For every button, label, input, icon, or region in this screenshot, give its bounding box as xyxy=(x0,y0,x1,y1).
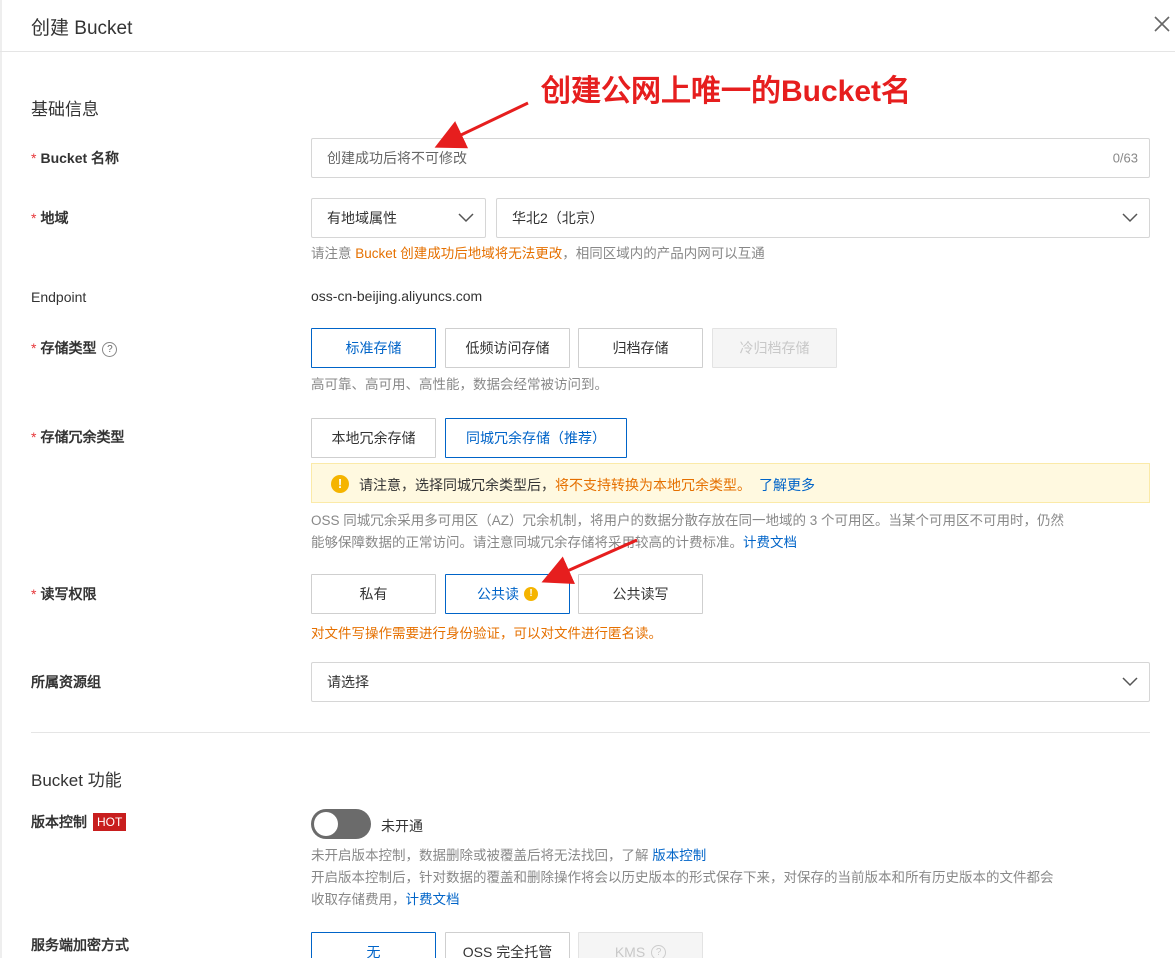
redundancy-label-text: 存储冗余类型 xyxy=(40,429,125,445)
region-help-prefix: 请注意 xyxy=(311,246,356,261)
dialog-title: 创建 Bucket xyxy=(31,18,133,39)
versioning-label: 版本控制 HOT xyxy=(31,812,127,832)
bucket-name-input[interactable]: 创建成功后将不可修改 0/63 xyxy=(311,138,1150,178)
region-label: * 地域 xyxy=(31,208,68,228)
region-help-warning: Bucket 创建成功后地域将无法更改 xyxy=(355,246,563,261)
notice-warning: 将不支持转换为本地冗余类型。 xyxy=(555,477,751,493)
section-basic-title: 基础信息 xyxy=(31,100,99,119)
required-mark: * xyxy=(31,340,37,356)
help-icon[interactable]: ? xyxy=(102,342,118,357)
region-help: 请注意 Bucket 创建成功后地域将无法更改，相同区域内的产品内网可以互通 xyxy=(311,243,765,265)
region-attr-value: 有地域属性 xyxy=(327,210,397,226)
required-mark: * xyxy=(31,586,37,602)
region-attr-select[interactable]: 有地域属性 xyxy=(311,198,486,238)
annotation-text: 创建公网上唯一的Bucket名 xyxy=(541,75,912,108)
endpoint-label: Endpoint xyxy=(31,289,87,305)
region-label-text: 地域 xyxy=(40,210,69,226)
redundancy-help-line2: 能够保障数据的正常访问。请注意同城冗余存储将采用较高的计费标准。 xyxy=(311,535,743,550)
kms-label: KMS xyxy=(614,944,646,958)
storage-class-label: * 存储类型? xyxy=(31,338,118,358)
bucket-name-placeholder: 创建成功后将不可修改 xyxy=(327,150,467,166)
warning-icon: ! xyxy=(524,587,538,601)
char-counter: 0/63 xyxy=(1112,150,1138,166)
encryption-kms-button: KMS? xyxy=(578,932,703,958)
storage-archive-button[interactable]: 归档存储 xyxy=(578,328,703,368)
redundancy-help-line1: OSS 同城冗余采用多可用区（AZ）冗余机制，将用户的数据分散存放在同一地域的 … xyxy=(311,513,1065,528)
chevron-down-icon xyxy=(1122,677,1138,687)
acl-public-read-label: 公共读 xyxy=(477,586,519,602)
versioning-help-line1: 未开启版本控制，数据删除或被覆盖后将无法找回，了解 xyxy=(311,848,653,863)
redundancy-notice-text: 请注意，选择同城冗余类型后，将不支持转换为本地冗余类型。 了解更多 xyxy=(359,475,815,495)
billing-doc-link[interactable]: 计费文档 xyxy=(406,892,460,907)
encryption-label: 服务端加密方式 xyxy=(31,937,129,953)
section-features-title: Bucket 功能 xyxy=(31,771,122,790)
redundancy-notice: ! 请注意，选择同城冗余类型后，将不支持转换为本地冗余类型。 了解更多 xyxy=(311,463,1150,503)
chevron-down-icon xyxy=(458,213,474,223)
endpoint-value: oss-cn-beijing.aliyuncs.com xyxy=(311,288,483,304)
toggle-knob xyxy=(314,812,338,836)
storage-standard-button[interactable]: 标准存储 xyxy=(311,328,436,368)
versioning-label-text: 版本控制 xyxy=(31,814,87,830)
bucket-name-label: * Bucket 名称 xyxy=(31,148,119,168)
resource-group-placeholder: 请选择 xyxy=(327,674,369,690)
learn-more-link[interactable]: 了解更多 xyxy=(759,477,815,493)
acl-private-button[interactable]: 私有 xyxy=(311,574,436,614)
region-value: 华北2（北京） xyxy=(512,210,604,226)
notice-prefix: 请注意，选择同城冗余类型后， xyxy=(359,477,555,493)
region-help-suffix: ，相同区域内的产品内网可以互通 xyxy=(562,246,765,261)
versioning-doc-link[interactable]: 版本控制 xyxy=(652,848,706,863)
hot-badge: HOT xyxy=(93,813,127,831)
versioning-help: 未开启版本控制，数据删除或被覆盖后将无法找回，了解 版本控制 开启版本控制后，针… xyxy=(311,845,1171,911)
resource-group-select[interactable]: 请选择 xyxy=(311,662,1150,702)
left-edge xyxy=(0,0,2,958)
acl-public-read-write-button[interactable]: 公共读写 xyxy=(578,574,703,614)
acl-warning: 对文件写操作需要进行身份验证，可以对文件进行匿名读。 xyxy=(311,626,662,641)
versioning-help-line2: 开启版本控制后，针对数据的覆盖和删除操作将会以历史版本的形式保存下来，对保存的当… xyxy=(311,870,1054,885)
acl-public-read-button[interactable]: 公共读! xyxy=(445,574,570,614)
dialog-header: 创建 Bucket xyxy=(0,0,1175,52)
encryption-oss-button[interactable]: OSS 完全托管 xyxy=(445,932,570,958)
storage-cold-archive-button: 冷归档存储 xyxy=(712,328,837,368)
resource-group-label: 所属资源组 xyxy=(31,674,101,690)
redundancy-zrs-button[interactable]: 同城冗余存储（推荐） xyxy=(445,418,627,458)
encryption-none-button[interactable]: 无 xyxy=(311,932,436,958)
required-mark: * xyxy=(31,210,37,226)
acl-label: * 读写权限 xyxy=(31,584,96,604)
storage-ia-button[interactable]: 低频访问存储 xyxy=(445,328,570,368)
close-icon[interactable] xyxy=(1153,12,1173,36)
redundancy-help: OSS 同城冗余采用多可用区（AZ）冗余机制，将用户的数据分散存放在同一地域的 … xyxy=(311,510,1171,554)
versioning-status: 未开通 xyxy=(381,818,423,834)
versioning-toggle[interactable] xyxy=(311,809,371,839)
help-icon: ? xyxy=(651,944,667,958)
section-divider xyxy=(31,732,1150,733)
redundancy-label: * 存储冗余类型 xyxy=(31,427,124,447)
warning-icon: ! xyxy=(331,475,349,493)
required-mark: * xyxy=(31,429,37,445)
billing-doc-link[interactable]: 计费文档 xyxy=(743,535,797,550)
chevron-down-icon xyxy=(1122,213,1138,223)
redundancy-lrs-button[interactable]: 本地冗余存储 xyxy=(311,418,436,458)
versioning-help-line3: 收取存储费用， xyxy=(311,892,406,907)
required-mark: * xyxy=(31,150,37,166)
acl-label-text: 读写权限 xyxy=(40,586,97,602)
storage-class-label-text: 存储类型 xyxy=(40,340,97,356)
storage-class-help: 高可靠、高可用、高性能，数据会经常被访问到。 xyxy=(311,377,608,392)
region-select[interactable]: 华北2（北京） xyxy=(496,198,1150,238)
bucket-name-label-text: Bucket 名称 xyxy=(40,150,120,166)
